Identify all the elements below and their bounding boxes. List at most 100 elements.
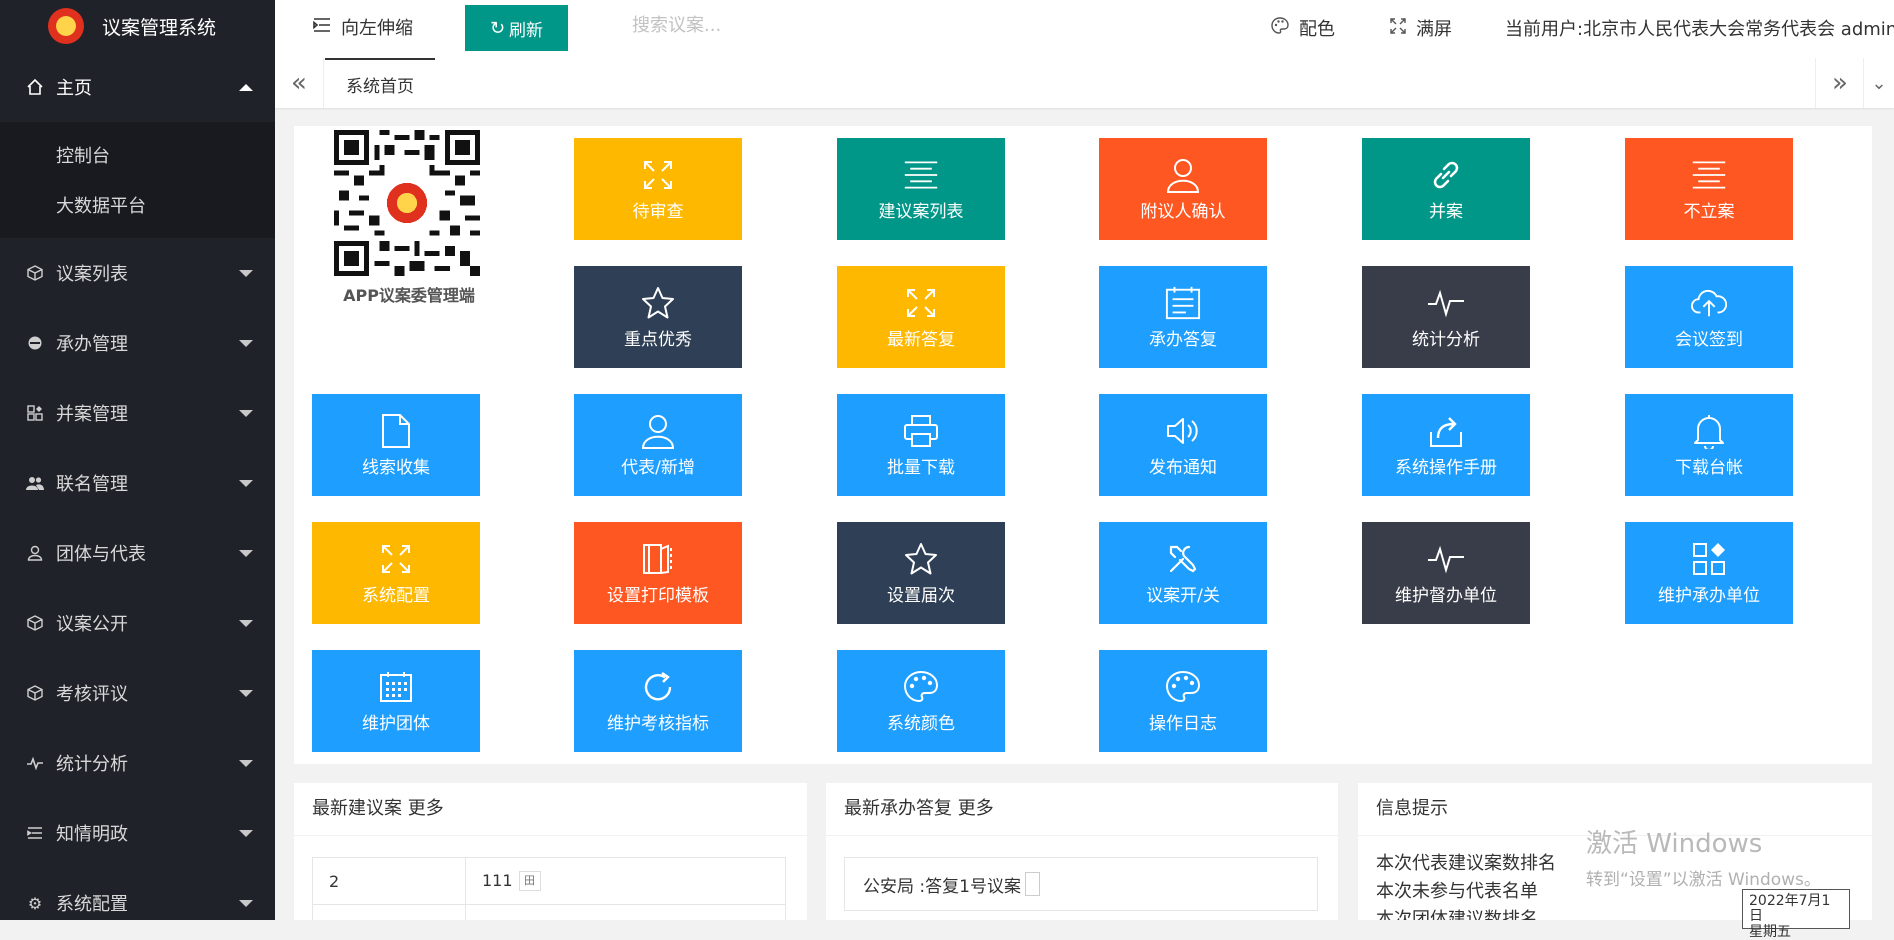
sidebar-item-label: 系统配置 — [56, 894, 128, 915]
sidebar-item-label: 联名管理 — [56, 474, 128, 495]
reply-item[interactable]: 公安局 :答复1号议案 — [844, 857, 1318, 911]
tile-maintain-groups[interactable]: 维护团体 — [312, 650, 480, 752]
tile-publish-notice[interactable]: 发布通知 — [1099, 394, 1267, 496]
chart-line-icon — [1428, 541, 1464, 577]
align-center-icon — [903, 157, 939, 193]
tile-print-template[interactable]: 设置打印模板 — [574, 522, 742, 624]
tile-pending-review[interactable]: 待审查 — [574, 138, 742, 240]
user-icon — [1165, 157, 1201, 193]
tile-operation-log[interactable]: 操作日志 — [1099, 650, 1267, 752]
tab-bar: « 系统首页 » ⌄ — [275, 58, 1894, 108]
tabs-scroll-left-button[interactable]: « — [275, 58, 324, 108]
tile-meeting-checkin[interactable]: 会议签到 — [1625, 266, 1793, 368]
sidebar-item-label: 主页 — [56, 78, 92, 99]
chevron-down-icon — [239, 409, 253, 417]
apps-icon — [25, 403, 45, 423]
collapse-label: 向左伸缩 — [341, 18, 413, 39]
speaker-icon — [1165, 413, 1201, 449]
sidebar-item-label: 并案管理 — [56, 404, 128, 425]
tile-set-session[interactable]: 设置届次 — [837, 522, 1005, 624]
weekday-text: 星期五 — [1749, 923, 1791, 940]
sidebar: ★ 议案管理系统 主页 控制台 大数据平台 议案列表 承办管理 并案管理 联名管… — [0, 0, 275, 920]
table-cell: 111 田 — [465, 857, 786, 905]
tile-add-representative[interactable]: 代表/新增 — [574, 394, 742, 496]
sidebar-item-home[interactable]: 主页 — [0, 52, 275, 122]
chevron-up-icon — [239, 83, 253, 91]
app-logo: ★ 议案管理系统 — [0, 0, 275, 52]
expand-icon — [903, 285, 939, 321]
tab-home[interactable]: 系统首页 — [325, 58, 435, 108]
tabs-menu-button[interactable]: ⌄ — [1863, 58, 1894, 108]
sidebar-subitem-console[interactable]: 控制台 — [0, 130, 275, 180]
sidebar-item-label: 知情明政 — [56, 824, 128, 845]
chevron-down-icon — [239, 269, 253, 277]
tile-download-ledger[interactable]: 下载台帐 — [1625, 394, 1793, 496]
tile-assessment-indicators[interactable]: 维护考核指标 — [574, 650, 742, 752]
sidebar-item-label: 承办管理 — [56, 334, 128, 355]
tile-system-color[interactable]: 系统颜色 — [837, 650, 1005, 752]
sidebar-item-statistics[interactable]: 统计分析 — [0, 728, 275, 798]
chevron-down-icon — [239, 689, 253, 697]
tile-latest-replies[interactable]: 最新答复 — [837, 266, 1005, 368]
info-link[interactable]: 本次代表建议案数排名 — [1376, 849, 1556, 875]
card-title[interactable]: 最新建议案 更多 — [294, 783, 807, 836]
tabs-scroll-right-button[interactable]: » — [1815, 58, 1864, 108]
sidebar-item-label: 统计分析 — [56, 754, 128, 775]
checkbox[interactable] — [1024, 872, 1040, 896]
sidebar-item-proposal-list[interactable]: 议案列表 — [0, 238, 275, 308]
tile-proposal-list[interactable]: 建议案列表 — [837, 138, 1005, 240]
tile-undertake-units[interactable]: 维护承办单位 — [1625, 522, 1793, 624]
refresh-button[interactable]: ↻ 刷新 — [465, 5, 568, 51]
tile-supervisor-units[interactable]: 维护督办单位 — [1362, 522, 1530, 624]
sidebar-menu-list: 议案列表 承办管理 并案管理 联名管理 团体与代表 议案公开 考核评议 统计分析… — [0, 238, 275, 920]
sidebar-item-public[interactable]: 议案公开 — [0, 588, 275, 658]
chart-line-icon — [25, 753, 45, 773]
tile-user-manual[interactable]: 系统操作手册 — [1362, 394, 1530, 496]
cube-icon — [25, 683, 45, 703]
sidebar-item-transparency[interactable]: 知情明政 — [0, 798, 275, 868]
tile-statistics[interactable]: 统计分析 — [1362, 266, 1530, 368]
sidebar-item-settings[interactable]: ⚙ 系统配置 — [0, 868, 275, 920]
top-header: 向左伸缩 ↻ 刷新 配色 满屏 当前用户:北京市人民代表大会常务代表会 admi… — [275, 0, 1894, 59]
tile-clue-collection[interactable]: 线索收集 — [312, 394, 480, 496]
fullscreen-label: 满屏 — [1416, 19, 1452, 40]
current-user[interactable]: 当前用户:北京市人民代表大会常务代表会 admin — [1505, 15, 1894, 41]
tile-not-filed[interactable]: 不立案 — [1625, 138, 1793, 240]
sidebar-item-label: 议案列表 — [56, 264, 128, 285]
file-icon — [378, 413, 414, 449]
sidebar-item-undertake[interactable]: 承办管理 — [0, 308, 275, 378]
fullscreen-button[interactable]: 满屏 — [1390, 15, 1452, 41]
refresh-icon: ↻ — [489, 17, 506, 39]
tile-merge[interactable]: 并案 — [1362, 138, 1530, 240]
tile-undertake-reply[interactable]: 承办答复 — [1099, 266, 1267, 368]
theme-button[interactable]: 配色 — [1271, 15, 1335, 41]
tile-proposal-toggle[interactable]: 议案开/关 — [1099, 522, 1267, 624]
tile-cosigner-confirm[interactable]: 附议人确认 — [1099, 138, 1267, 240]
windows-activation-hint: 转到“设置”以激活 Windows。 — [1586, 870, 1821, 890]
info-link[interactable]: 本次未参与代表名单 — [1376, 877, 1538, 903]
tile-batch-download[interactable]: 批量下载 — [837, 394, 1005, 496]
sidebar-item-groups-reps[interactable]: 团体与代表 — [0, 518, 275, 588]
collapse-sidebar-button[interactable]: 向左伸缩 — [313, 14, 413, 40]
card-title[interactable]: 最新承办答复 更多 — [826, 783, 1338, 836]
tile-system-config[interactable]: 系统配置 — [312, 522, 480, 624]
latest-proposals-card: 最新建议案 更多 2 111 田 — [294, 783, 807, 920]
chart-line-icon — [1428, 285, 1464, 321]
search-input[interactable] — [630, 14, 834, 37]
gear-icon: ⚙ — [27, 893, 43, 913]
sidebar-item-evaluation[interactable]: 考核评议 — [0, 658, 275, 728]
cube-icon — [25, 263, 45, 283]
sidebar-item-joint[interactable]: 联名管理 — [0, 448, 275, 518]
tile-key-excellent[interactable]: 重点优秀 — [574, 266, 742, 368]
table-cell — [312, 904, 466, 920]
sidebar-item-merge[interactable]: 并案管理 — [0, 378, 275, 448]
apps-icon — [1691, 541, 1727, 577]
info-link[interactable]: 本次团体建议数排名 — [1376, 905, 1538, 920]
sidebar-subitem-bigdata[interactable]: 大数据平台 — [0, 180, 275, 230]
list-icon — [25, 823, 45, 843]
latest-proposals-table: 2 111 田 — [312, 857, 786, 920]
table-row[interactable]: 2 111 田 — [312, 857, 786, 905]
fullscreen-icon — [1390, 17, 1406, 39]
theme-label: 配色 — [1299, 19, 1335, 40]
table-row[interactable] — [312, 904, 786, 920]
